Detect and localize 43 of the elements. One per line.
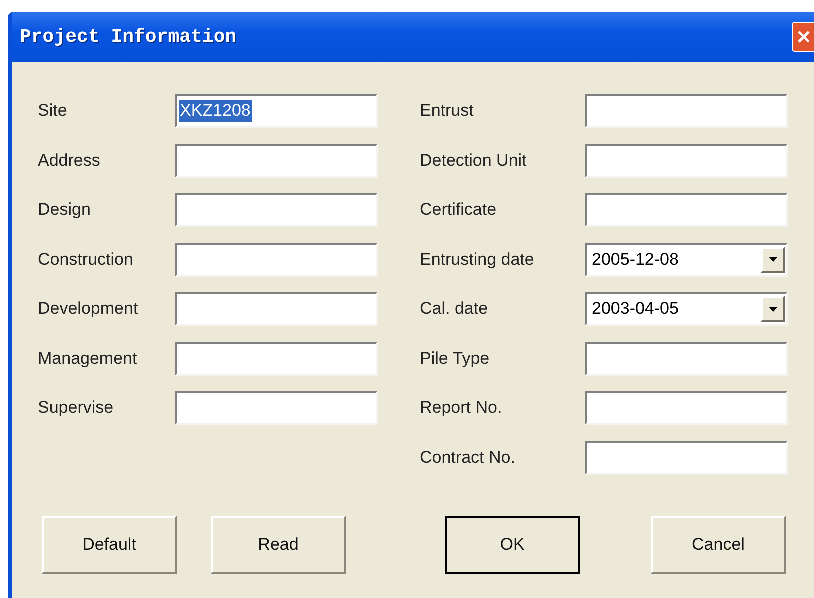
date-dropdown[interactable]: 2003-04-05 bbox=[585, 292, 788, 326]
date-value: 2005-12-08 bbox=[592, 250, 679, 270]
field-label: Site bbox=[38, 101, 68, 121]
field-label: Supervise bbox=[38, 398, 115, 418]
dialog-button[interactable]: Cancel bbox=[651, 516, 786, 574]
input-field[interactable] bbox=[175, 342, 378, 376]
field-label: Construction bbox=[38, 250, 134, 270]
input-field[interactable] bbox=[585, 391, 788, 425]
input-field[interactable] bbox=[175, 292, 378, 326]
input-field[interactable] bbox=[175, 144, 378, 178]
input-field[interactable] bbox=[585, 440, 788, 474]
caret-icon bbox=[768, 257, 778, 262]
input-field[interactable] bbox=[585, 342, 788, 376]
close-icon bbox=[796, 30, 810, 44]
field-label: Address bbox=[38, 150, 102, 170]
field-label: Detection Unit bbox=[420, 150, 528, 170]
date-value: 2003-04-05 bbox=[592, 299, 679, 319]
dialog-button[interactable]: Default bbox=[42, 516, 177, 574]
dialog-button[interactable]: Read bbox=[211, 516, 346, 574]
field-label: Cal. date bbox=[420, 299, 490, 319]
input-field[interactable] bbox=[175, 193, 378, 227]
field-label: Pile Type bbox=[420, 348, 491, 368]
input-field[interactable] bbox=[585, 193, 788, 227]
window-title: Project Information bbox=[20, 26, 237, 48]
input-field[interactable] bbox=[585, 94, 788, 128]
close-button[interactable] bbox=[792, 22, 814, 52]
field-label: Certificate bbox=[420, 200, 498, 220]
field-label: Report No. bbox=[420, 398, 504, 418]
field-label: Entrusting date bbox=[420, 250, 536, 270]
input-field[interactable]: XKZ1208 bbox=[175, 94, 378, 128]
dropdown-button[interactable] bbox=[761, 246, 785, 272]
field-label: Design bbox=[38, 200, 92, 220]
input-field[interactable] bbox=[585, 144, 788, 178]
field-label: Entrust bbox=[420, 101, 475, 121]
field-label: Development bbox=[38, 299, 140, 319]
input-field[interactable] bbox=[175, 391, 378, 425]
date-dropdown[interactable]: 2005-12-08 bbox=[585, 242, 788, 276]
caret-icon bbox=[768, 306, 778, 312]
field-label: Contract No. bbox=[420, 448, 516, 468]
input-field[interactable] bbox=[175, 242, 378, 276]
dropdown-button[interactable] bbox=[761, 296, 785, 322]
field-label: Management bbox=[38, 348, 138, 368]
dialog-button[interactable]: OK bbox=[445, 516, 580, 574]
